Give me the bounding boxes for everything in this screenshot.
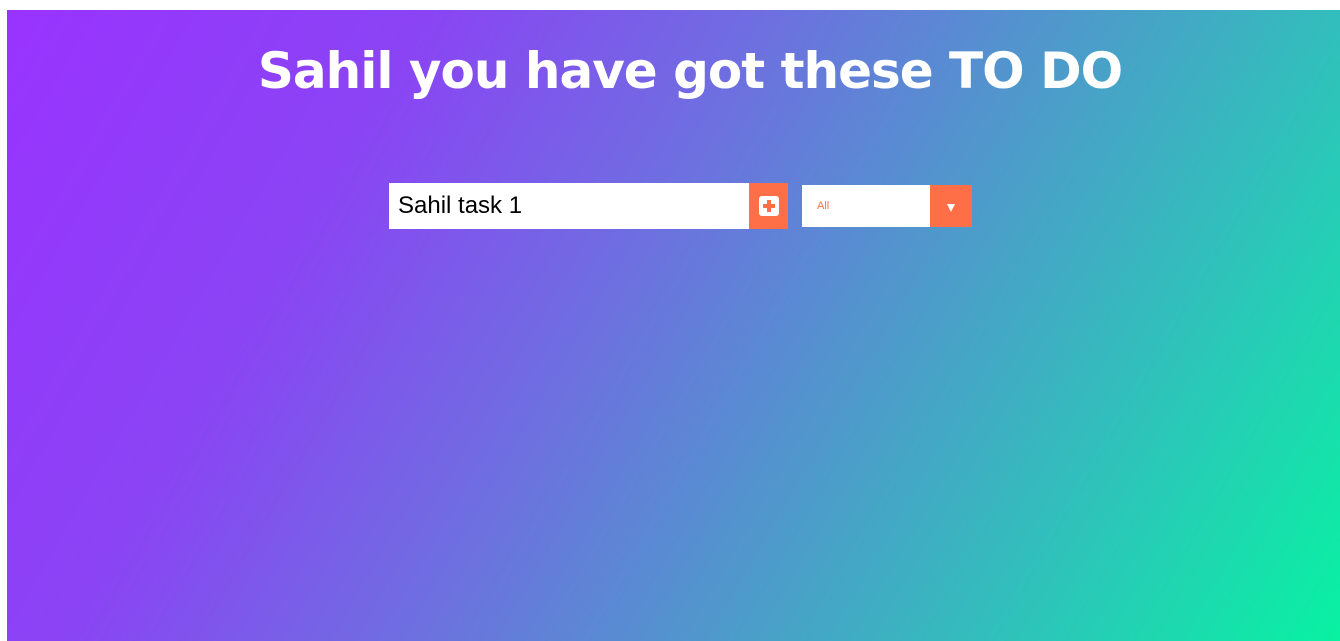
filter-selected-value: All [817, 200, 830, 212]
todo-input[interactable] [389, 183, 749, 229]
plus-square-icon [758, 196, 779, 216]
caret-down-icon [947, 203, 955, 212]
page-title: Sahil you have got these TO DO [257, 42, 1123, 100]
filter-select[interactable]: All [802, 185, 972, 227]
todo-form: All [389, 183, 972, 229]
add-todo-button[interactable] [749, 183, 788, 229]
filter-dropdown-button[interactable] [930, 185, 972, 227]
app-background: Sahil you have got these TO DO All [7, 10, 1340, 641]
